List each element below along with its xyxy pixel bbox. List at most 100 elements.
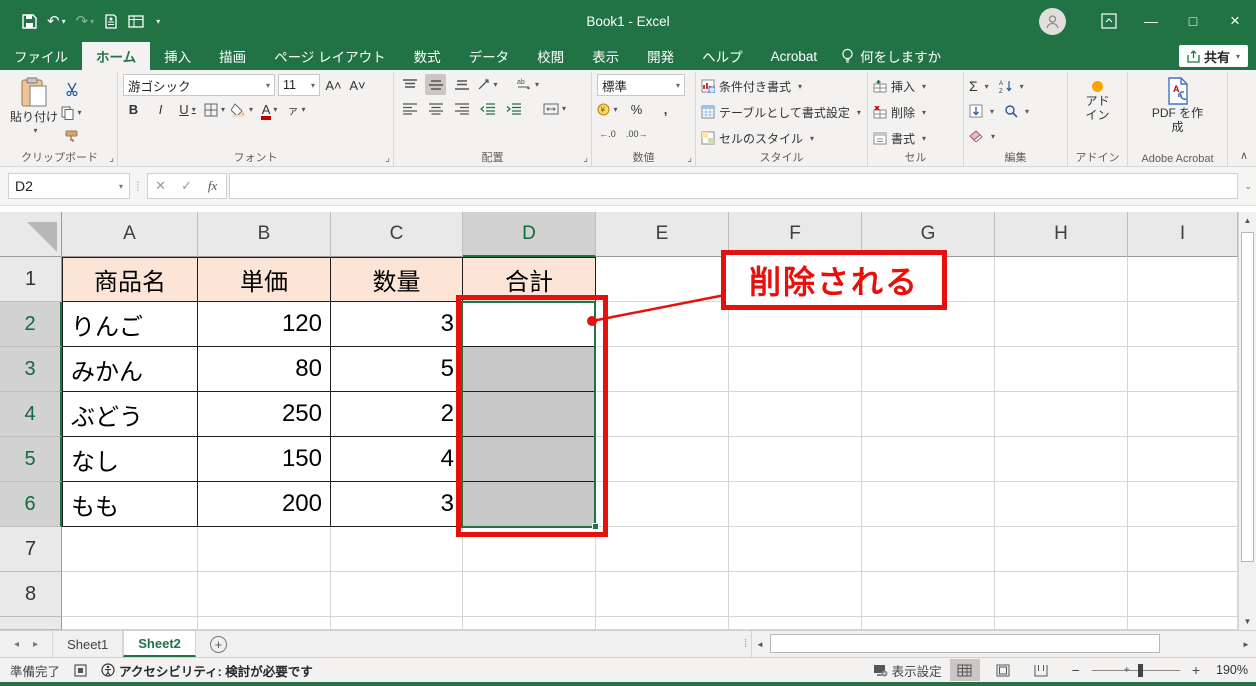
- row-header-8[interactable]: 8: [0, 572, 62, 617]
- cell[interactable]: [729, 347, 862, 392]
- page-layout-view-icon[interactable]: [988, 659, 1018, 681]
- cell-a2[interactable]: りんご: [62, 302, 198, 347]
- fill-button[interactable]: [969, 101, 994, 121]
- font-color-button[interactable]: A: [259, 99, 280, 120]
- cell-b1[interactable]: 単価: [198, 257, 331, 302]
- format-cells-button[interactable]: 書式: [873, 128, 926, 148]
- cancel-button[interactable]: ✕: [148, 178, 174, 194]
- row-header-9-partial[interactable]: [0, 617, 62, 630]
- align-right-icon[interactable]: [451, 98, 472, 119]
- fill-color-button[interactable]: [231, 99, 253, 120]
- cell-c3[interactable]: 5: [331, 347, 463, 392]
- cell[interactable]: [995, 347, 1128, 392]
- cell-d3-selected[interactable]: [463, 347, 596, 392]
- cell[interactable]: [331, 617, 463, 630]
- form-view-icon[interactable]: [128, 15, 144, 28]
- name-box[interactable]: D2 ▾: [8, 173, 130, 199]
- clear-button[interactable]: [969, 126, 995, 146]
- paste-button[interactable]: 貼り付け: [7, 74, 61, 135]
- middle-align-icon[interactable]: [425, 74, 446, 95]
- cell[interactable]: [862, 482, 995, 527]
- tab-insert[interactable]: 挿入: [150, 42, 205, 70]
- zoom-out-button[interactable]: −: [1072, 662, 1080, 678]
- cell[interactable]: [596, 617, 729, 630]
- cell[interactable]: [995, 527, 1128, 572]
- undo-dropdown-icon[interactable]: ▾: [62, 17, 66, 26]
- account-avatar[interactable]: [1039, 8, 1066, 35]
- number-format-select[interactable]: 標準▾: [597, 74, 685, 96]
- scroll-left-icon[interactable]: ◄: [752, 640, 768, 649]
- row-header-2[interactable]: 2: [0, 302, 62, 347]
- tab-home[interactable]: ホーム: [82, 42, 150, 70]
- cell[interactable]: [463, 572, 596, 617]
- cell[interactable]: [995, 392, 1128, 437]
- format-as-table-button[interactable]: テーブルとして書式設定: [701, 102, 861, 122]
- cell[interactable]: [1128, 572, 1238, 617]
- percent-format-icon[interactable]: %: [626, 99, 647, 120]
- cell-a3[interactable]: みかん: [62, 347, 198, 392]
- column-header-h[interactable]: H: [995, 212, 1128, 257]
- cell-b5[interactable]: 150: [198, 437, 331, 482]
- wrap-text-icon[interactable]: ab: [517, 74, 539, 95]
- cell[interactable]: [1128, 302, 1238, 347]
- cell-d4-selected[interactable]: [463, 392, 596, 437]
- zoom-slider[interactable]: +: [1092, 670, 1180, 671]
- cell[interactable]: [862, 617, 995, 630]
- decrease-indent-icon[interactable]: [477, 98, 498, 119]
- cell[interactable]: [995, 482, 1128, 527]
- tab-scrollbar-splitter[interactable]: ⁞: [740, 631, 751, 657]
- display-settings-button[interactable]: 表示設定: [873, 661, 942, 680]
- cell[interactable]: [862, 392, 995, 437]
- cell[interactable]: [198, 527, 331, 572]
- collapse-ribbon-icon[interactable]: ∧: [1240, 149, 1248, 162]
- enter-button[interactable]: ✓: [174, 178, 200, 194]
- format-painter-icon[interactable]: [61, 126, 82, 147]
- cell[interactable]: [995, 302, 1128, 347]
- cell-c4[interactable]: 2: [331, 392, 463, 437]
- page-break-view-icon[interactable]: [1026, 659, 1056, 681]
- tab-file[interactable]: ファイル: [0, 42, 82, 70]
- cell-b6[interactable]: 200: [198, 482, 331, 527]
- column-header-c[interactable]: C: [331, 212, 463, 257]
- cut-icon[interactable]: [61, 78, 82, 99]
- undo-button[interactable]: ↶▾: [47, 12, 66, 30]
- cell[interactable]: [1128, 482, 1238, 527]
- horizontal-scrollbar[interactable]: ◄ ►: [751, 631, 1256, 657]
- redo-button[interactable]: ↷▾: [76, 12, 95, 30]
- delete-cells-button[interactable]: 削除: [873, 102, 926, 122]
- zoom-level[interactable]: 190%: [1208, 663, 1248, 677]
- copy-button[interactable]: [61, 102, 82, 123]
- cell-d5-selected[interactable]: [463, 437, 596, 482]
- cell-b2[interactable]: 120: [198, 302, 331, 347]
- formula-bar-splitter[interactable]: ⁞: [136, 179, 141, 194]
- cell[interactable]: [862, 572, 995, 617]
- align-left-icon[interactable]: [399, 98, 420, 119]
- cell-styles-button[interactable]: セルのスタイル: [701, 128, 861, 148]
- cell[interactable]: [862, 437, 995, 482]
- cell[interactable]: [729, 572, 862, 617]
- maximize-button[interactable]: □: [1172, 0, 1214, 42]
- cell[interactable]: [596, 572, 729, 617]
- insert-function-button[interactable]: fx: [200, 178, 226, 194]
- normal-view-icon[interactable]: [950, 659, 980, 681]
- cell[interactable]: [62, 527, 198, 572]
- increase-indent-icon[interactable]: [503, 98, 524, 119]
- cell[interactable]: [62, 572, 198, 617]
- scroll-right-icon[interactable]: ►: [1238, 640, 1254, 649]
- sheet-tab-sheet2[interactable]: Sheet2: [123, 631, 196, 657]
- tab-help[interactable]: ヘルプ: [688, 42, 757, 70]
- top-align-icon[interactable]: [399, 74, 420, 95]
- close-button[interactable]: ×: [1214, 0, 1256, 42]
- borders-button[interactable]: [204, 99, 225, 120]
- row-header-6[interactable]: 6: [0, 482, 62, 527]
- scroll-up-icon[interactable]: ▲: [1239, 212, 1256, 229]
- sheet-nav-left-icon[interactable]: ◂: [14, 639, 19, 650]
- sort-filter-button[interactable]: AZ: [999, 76, 1024, 96]
- find-select-button[interactable]: [1004, 101, 1029, 121]
- cell[interactable]: [331, 527, 463, 572]
- cell[interactable]: [596, 302, 729, 347]
- zoom-slider-handle[interactable]: [1138, 664, 1143, 677]
- tab-formulas[interactable]: 数式: [400, 42, 455, 70]
- font-size-select[interactable]: 11▾: [278, 74, 320, 96]
- underline-button[interactable]: U: [177, 99, 198, 120]
